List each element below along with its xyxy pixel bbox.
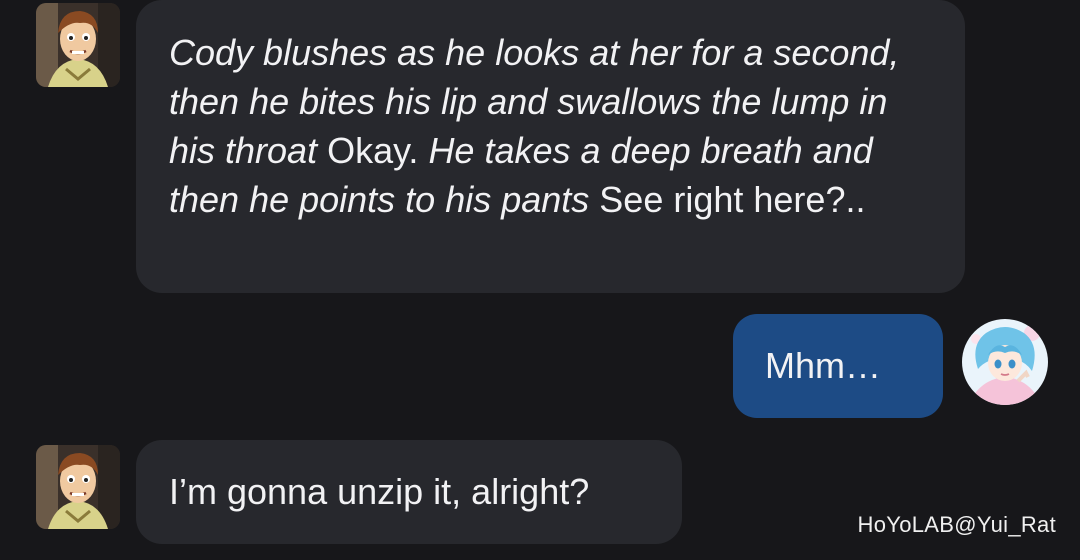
watermark: HoYoLAB@Yui_Rat: [857, 512, 1056, 537]
chat-view: Cody blushes as he looks at her for a se…: [0, 0, 1080, 560]
user-avatar[interactable]: [962, 319, 1048, 405]
message-text: Mhm…: [765, 345, 881, 386]
message-bubble-incoming: I’m gonna unzip it, alright?: [136, 440, 682, 544]
speech-text: Okay.: [317, 130, 429, 171]
message-bubble-incoming: Cody blushes as he looks at her for a se…: [136, 0, 965, 293]
message-text: Cody blushes as he looks at her for a se…: [169, 28, 925, 224]
character-avatar[interactable]: [36, 3, 120, 87]
anime-girl-avatar-icon: [962, 319, 1048, 405]
cartoon-boy-avatar-icon: [36, 445, 120, 529]
message-text: I’m gonna unzip it, alright?: [169, 471, 590, 512]
speech-text: See right here?..: [589, 179, 866, 220]
character-avatar[interactable]: [36, 445, 120, 529]
message-bubble-outgoing: Mhm…: [733, 314, 943, 418]
cartoon-boy-avatar-icon: [36, 3, 120, 87]
